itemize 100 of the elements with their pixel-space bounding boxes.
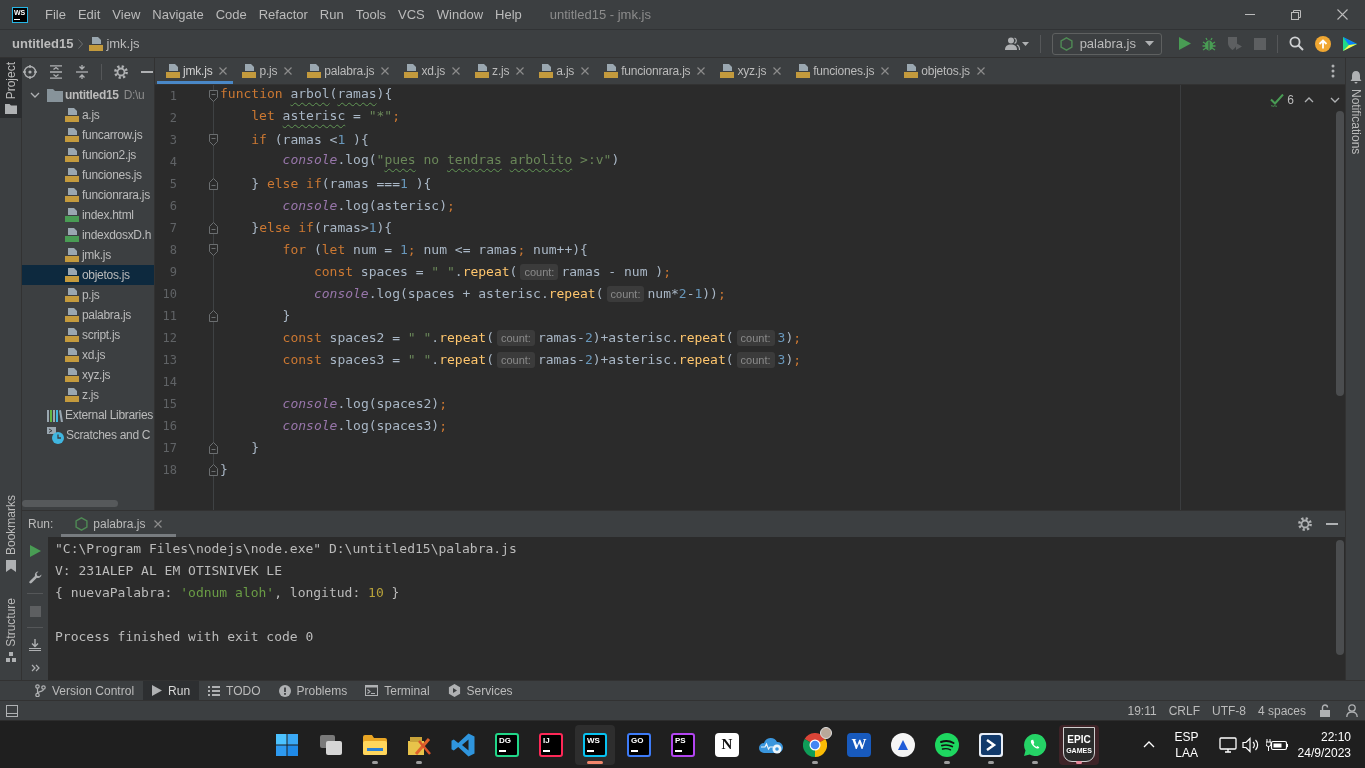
- menu-item[interactable]: Run: [313, 4, 350, 25]
- fold-marker-icon[interactable]: [209, 178, 218, 190]
- app-logo[interactable]: IJ: [539, 732, 563, 757]
- tool-window-button[interactable]: Bookmarks: [0, 491, 22, 577]
- settings-icon[interactable]: [114, 64, 128, 79]
- menu-item[interactable]: View: [106, 4, 147, 25]
- close-icon[interactable]: [516, 67, 525, 75]
- close-icon[interactable]: [581, 67, 590, 75]
- segmented-circle-icon[interactable]: [803, 732, 827, 757]
- tool-window-button[interactable]: Terminal: [356, 681, 439, 700]
- scrollbar-thumb[interactable]: [1336, 111, 1344, 396]
- tree-item[interactable]: xyz.js: [22, 365, 154, 385]
- status-bar-item[interactable]: UTF-8: [1205, 701, 1252, 720]
- tool-window-button[interactable]: Version Control: [26, 681, 144, 700]
- tree-item[interactable]: funciones.js: [22, 165, 154, 185]
- triangle-circle-icon[interactable]: [891, 732, 915, 757]
- play-icon[interactable]: [1179, 37, 1191, 50]
- editor-tab[interactable]: funcionrara.js: [595, 58, 712, 84]
- wrench-icon[interactable]: [28, 571, 42, 584]
- square-icon[interactable]: [6, 704, 18, 717]
- menu-item[interactable]: Help: [489, 4, 528, 25]
- status-bar-item[interactable]: 4 spaces: [1251, 701, 1312, 720]
- person-icon[interactable]: [1346, 704, 1358, 717]
- chat-bubble-icon[interactable]: [1023, 732, 1047, 757]
- close-icon[interactable]: [452, 67, 461, 75]
- close-icon[interactable]: [219, 67, 228, 75]
- chevron-up-icon[interactable]: [1304, 97, 1314, 103]
- tree-item[interactable]: Scratches and C: [22, 425, 154, 445]
- close-icon[interactable]: [381, 67, 390, 75]
- expand-all-icon[interactable]: [49, 64, 63, 79]
- menu-item[interactable]: File: [39, 4, 72, 25]
- menu-item[interactable]: Window: [430, 4, 490, 25]
- double-chevron-right-icon[interactable]: [30, 664, 40, 672]
- tree-item[interactable]: a.js: [22, 105, 154, 125]
- app-logo[interactable]: N: [715, 732, 739, 757]
- user-menu-icon[interactable]: [1004, 37, 1029, 50]
- clock[interactable]: 22:10 24/9/2023: [1297, 728, 1351, 761]
- scrollbar-thumb[interactable]: [1336, 540, 1344, 655]
- crosshair-icon[interactable]: [23, 64, 37, 79]
- menu-item[interactable]: Refactor: [252, 4, 314, 25]
- check-icon[interactable]: [1270, 93, 1285, 107]
- breadcrumb[interactable]: jmk.js: [106, 33, 140, 54]
- bug-icon[interactable]: [1202, 36, 1216, 51]
- tree-item[interactable]: funcarrow.js: [22, 125, 154, 145]
- app-logo[interactable]: GO: [627, 732, 651, 757]
- tool-window-button[interactable]: Problems: [269, 681, 357, 700]
- tree-item[interactable]: indexdosxD.h: [22, 225, 154, 245]
- tool-window-button[interactable]: TODO: [199, 681, 270, 700]
- breadcrumb[interactable]: untitled15: [12, 33, 74, 54]
- status-bar-item[interactable]: 19:11: [1121, 701, 1163, 720]
- settings-icon[interactable]: [1298, 517, 1312, 531]
- tree-item[interactable]: jmk.js: [22, 245, 154, 265]
- tree-item[interactable]: z.js: [22, 385, 154, 405]
- editor-tab[interactable]: z.js: [466, 58, 531, 84]
- tool-window-button[interactable]: Services: [438, 681, 522, 700]
- close-icon[interactable]: [1336, 9, 1348, 20]
- fold-marker-icon[interactable]: [209, 134, 218, 146]
- chevron-down-icon[interactable]: [30, 92, 40, 98]
- tree-item[interactable]: objetos.js: [22, 265, 154, 285]
- more-vertical-icon[interactable]: [1331, 64, 1335, 78]
- folder-icon[interactable]: [363, 734, 387, 755]
- editor-tab[interactable]: xd.js: [395, 58, 467, 84]
- editor-tab[interactable]: a.js: [530, 58, 596, 84]
- app-logo[interactable]: PS: [671, 732, 695, 757]
- close-icon[interactable]: [773, 67, 782, 75]
- battery-charging-icon[interactable]: [1265, 737, 1288, 752]
- tree-item[interactable]: untitled15 D:\u: [22, 85, 154, 105]
- app-logo[interactable]: WS: [583, 732, 607, 757]
- collapse-all-icon[interactable]: [75, 64, 89, 79]
- menu-item[interactable]: VCS: [392, 4, 431, 25]
- ribbon-logo-icon[interactable]: [451, 732, 475, 757]
- tool-window-button[interactable]: Structure: [0, 594, 22, 666]
- run-config-dropdown[interactable]: palabra.js: [1051, 32, 1162, 55]
- editor-tab[interactable]: objetos.js: [895, 58, 991, 84]
- arrow-up-circle-icon[interactable]: [1315, 35, 1331, 52]
- tool-window-button[interactable]: Project: [0, 58, 22, 119]
- app-logo[interactable]: DG: [495, 732, 519, 757]
- monitor-icon[interactable]: [1218, 736, 1237, 753]
- editor-tab[interactable]: palabra.js: [298, 58, 396, 84]
- tree-item[interactable]: script.js: [22, 325, 154, 345]
- unlock-icon[interactable]: [1320, 704, 1330, 717]
- tree-item[interactable]: funcion2.js: [22, 145, 154, 165]
- close-icon[interactable]: [697, 67, 706, 75]
- menu-item[interactable]: Tools: [349, 4, 393, 25]
- four-squares-icon[interactable]: [276, 733, 298, 756]
- editor-tab[interactable]: funciones.js: [787, 58, 896, 84]
- close-icon[interactable]: [154, 520, 163, 528]
- tree-item[interactable]: p.js: [22, 285, 154, 305]
- status-bar-item[interactable]: CRLF: [1162, 701, 1206, 720]
- play-icon[interactable]: [29, 545, 41, 557]
- tree-item[interactable]: palabra.js: [22, 305, 154, 325]
- tree-item[interactable]: funcionrara.js: [22, 185, 154, 205]
- arrow-down-lines-icon[interactable]: [29, 639, 41, 651]
- close-icon[interactable]: [976, 67, 985, 75]
- tree-item[interactable]: xd.js: [22, 345, 154, 365]
- fold-marker-icon[interactable]: [209, 90, 218, 102]
- restore-icon[interactable]: [1291, 9, 1301, 20]
- editor-tab[interactable]: p.js: [233, 58, 299, 84]
- minus-icon[interactable]: [141, 70, 153, 73]
- scrollbar-thumb[interactable]: [22, 500, 118, 507]
